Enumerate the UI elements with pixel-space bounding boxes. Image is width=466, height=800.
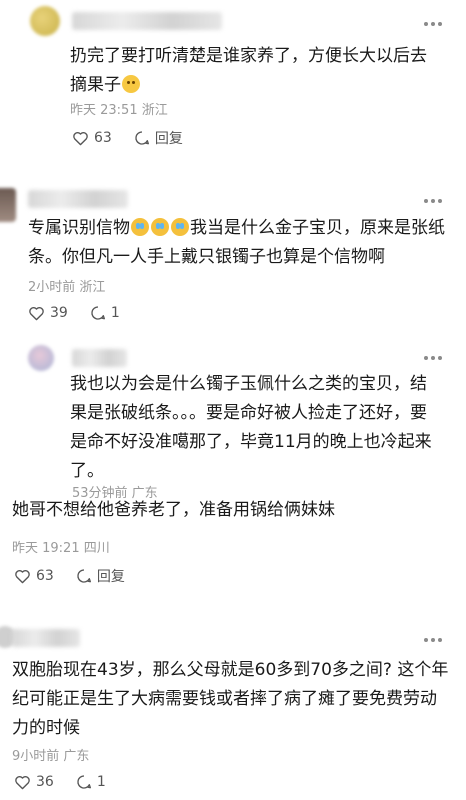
crying-emoji-icon (171, 218, 189, 236)
like-button[interactable]: 36 (14, 774, 54, 790)
reply-button[interactable]: 回复 (134, 128, 183, 148)
like-count: 36 (36, 774, 54, 790)
like-button[interactable]: 63 (72, 130, 112, 146)
comment-meta: 昨天 19:21 四川 (12, 541, 110, 556)
laughing-emoji-icon (122, 75, 140, 93)
more-dots-icon[interactable] (424, 21, 442, 27)
speech-bubble-icon (91, 306, 105, 320)
heart-outline-icon (29, 306, 44, 320)
speech-bubble-icon (77, 775, 91, 789)
like-count: 63 (36, 568, 54, 584)
reply-count: 1 (96, 774, 106, 790)
more-dots-icon[interactable] (424, 637, 442, 643)
username[interactable] (72, 12, 222, 30)
comment-meta: 昨天 23:51 浙江 (70, 103, 168, 118)
comment-actions: 63 回复 (14, 566, 147, 586)
like-count: 39 (50, 305, 68, 321)
like-count: 63 (94, 130, 112, 146)
username[interactable] (28, 190, 128, 208)
comment-text: 专属识别信物 我当是什么金子宝贝，原来是张纸条。你但凡一人手上戴只银镯子也算是个信… (28, 218, 445, 267)
like-button[interactable]: 63 (14, 568, 54, 584)
avatar[interactable] (0, 188, 16, 222)
comment-actions: 63 回复 (72, 128, 205, 148)
heart-outline-icon (15, 569, 30, 583)
more-dots-icon[interactable] (424, 198, 442, 204)
speech-bubble-icon (135, 131, 149, 145)
comment-actions: 36 1 (14, 774, 128, 790)
heart-outline-icon (73, 131, 88, 145)
comment-text: 她哥不想给他爸养老了，准备用锅给俩妹妹 (12, 500, 335, 520)
username[interactable] (12, 629, 80, 647)
comment-meta: 2小时前 浙江 (28, 280, 106, 295)
avatar[interactable] (30, 6, 60, 36)
comment-actions: 39 1 (28, 305, 142, 321)
speech-bubble-icon (77, 569, 91, 583)
reply-button[interactable]: 回复 (76, 566, 125, 586)
crying-emoji-icon (151, 218, 169, 236)
username[interactable] (72, 349, 127, 367)
comment-text: 扔完了要打听清楚是谁家养了，方便长大以后去摘果子 (70, 46, 427, 95)
reply-label: 回复 (154, 131, 183, 147)
like-button[interactable]: 39 (28, 305, 68, 321)
reply-count: 1 (110, 305, 120, 321)
heart-outline-icon (15, 775, 30, 789)
avatar[interactable] (28, 345, 54, 371)
reply-text: 我也以为会是什么镯子玉佩什么之类的宝贝，结果是张破纸条。。。要是命好被人捡走了还… (70, 374, 432, 481)
reply-label: 回复 (96, 569, 125, 585)
comment-meta: 9小时前 广东 (12, 749, 90, 764)
reply-button[interactable]: 1 (90, 305, 120, 321)
comment-text: 双胞胎现在43岁，那么父母就是60多到70多之间? 这个年纪可能正是生了大病需要… (12, 660, 449, 738)
crying-emoji-icon (131, 218, 149, 236)
reply-button[interactable]: 1 (76, 774, 106, 790)
more-dots-icon[interactable] (424, 355, 442, 361)
